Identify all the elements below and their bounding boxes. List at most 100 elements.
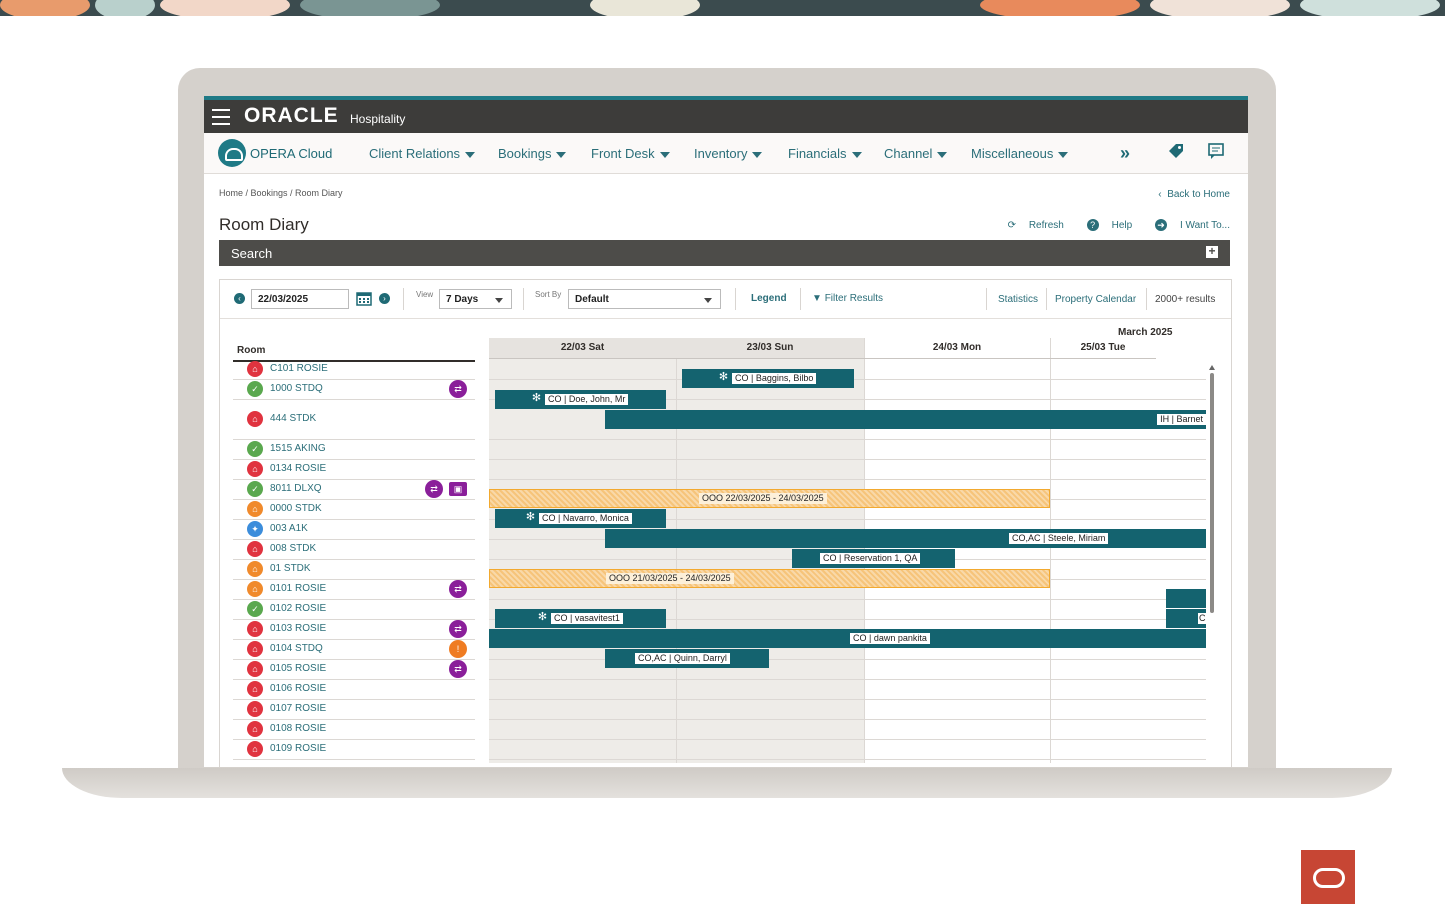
room-row[interactable]: ⌂ 0106 ROSIE xyxy=(233,679,475,700)
scrollbar-thumb[interactable] xyxy=(1210,373,1214,613)
nav-front-desk[interactable]: Front Desk xyxy=(591,146,670,161)
divider xyxy=(523,288,524,310)
booking-bar[interactable]: C xyxy=(1166,609,1207,628)
connecting-icon[interactable]: ⇄ xyxy=(425,480,443,498)
room-row[interactable]: ✓ 0102 ROSIE xyxy=(233,599,475,620)
room-row[interactable]: ⌂ 0107 ROSIE xyxy=(233,699,475,720)
room-row[interactable]: ⌂ 0104 STDQ! xyxy=(233,639,475,660)
room-name[interactable]: 0109 ROSIE xyxy=(270,743,326,754)
booking-bar[interactable]: CO,AC | Quinn, Darryl xyxy=(605,649,769,668)
nav-miscellaneous[interactable]: Miscellaneous xyxy=(971,146,1069,161)
oracle-logo: ORACLE xyxy=(244,104,339,127)
property-calendar-link[interactable]: Property Calendar xyxy=(1055,294,1136,305)
room-name[interactable]: 0106 ROSIE xyxy=(270,683,326,694)
out-of-order-bar[interactable]: OOO 22/03/2025 - 24/03/2025 xyxy=(489,489,1050,508)
nav-channel[interactable]: Channel xyxy=(884,146,948,161)
booking-bar[interactable]: CO,AC | Steele, Miriam xyxy=(605,529,1206,548)
nav-inventory[interactable]: Inventory xyxy=(694,146,763,161)
room-row[interactable]: ⌂ 444 STDK xyxy=(233,399,475,440)
booking-bar[interactable]: ✻ CO | Baggins, Bilbo xyxy=(682,369,854,388)
grid-row-line xyxy=(489,699,1206,700)
room-row[interactable]: ⌂ 0105 ROSIE ⇄ xyxy=(233,659,475,680)
room-name[interactable]: 008 STDK xyxy=(270,543,316,554)
back-to-home-link[interactable]: ‹ Back to Home xyxy=(1158,189,1230,200)
room-row[interactable]: ✦ 003 A1K xyxy=(233,519,475,540)
nav-client-relations[interactable]: Client Relations xyxy=(369,146,476,161)
view-select[interactable]: 7 Days xyxy=(439,289,512,309)
search-panel-header[interactable]: Search + xyxy=(219,240,1230,266)
filter-results-link[interactable]: ▼ Filter Results xyxy=(812,293,883,304)
room-name[interactable]: 0102 ROSIE xyxy=(270,603,326,614)
day-header: 24/03 Mon xyxy=(864,338,1050,359)
vertical-scrollbar[interactable] xyxy=(1208,365,1216,755)
connecting-icon[interactable]: ⇄ xyxy=(449,380,467,398)
room-name[interactable]: 0104 STDQ xyxy=(270,643,323,654)
calendar-icon[interactable] xyxy=(356,290,372,311)
component-icon[interactable]: ▣ xyxy=(449,482,467,496)
nav-bookings[interactable]: Bookings xyxy=(498,146,567,161)
room-name[interactable]: 0107 ROSIE xyxy=(270,703,326,714)
expand-plus-icon[interactable]: + xyxy=(1206,245,1218,258)
i-want-to-button[interactable]: ➜ I Want To... xyxy=(1145,219,1230,231)
booking-bar[interactable]: ✻ CO | Navarro, Monica xyxy=(495,509,666,528)
room-row[interactable]: ⌂ 0108 ROSIE xyxy=(233,719,475,740)
opera-cloud-logo-icon[interactable] xyxy=(218,139,246,167)
room-status-dirty-icon: ⌂ xyxy=(247,361,263,377)
connecting-icon[interactable]: ⇄ xyxy=(449,620,467,638)
room-name[interactable]: 1000 STDQ xyxy=(270,383,323,394)
sort-by-select[interactable]: Default xyxy=(568,289,721,309)
room-name[interactable]: 0000 STDK xyxy=(270,503,322,514)
room-name[interactable]: C101 ROSIE xyxy=(270,363,328,374)
out-of-order-bar[interactable]: OOO 21/03/2025 - 24/03/2025 xyxy=(489,569,1050,588)
room-row[interactable]: ⌂ 0109 ROSIE xyxy=(233,739,475,760)
room-row[interactable]: ⌂ C101 ROSIE xyxy=(233,359,475,380)
nav-financials[interactable]: Financials xyxy=(788,146,862,161)
view-label: View xyxy=(416,290,434,299)
next-date-icon[interactable]: › xyxy=(379,293,390,304)
room-name[interactable]: 0103 ROSIE xyxy=(270,623,326,634)
room-row[interactable]: ✓ 1515 AKING xyxy=(233,439,475,460)
room-name[interactable]: 8011 DLXQ xyxy=(270,483,322,494)
booking-bar[interactable]: IH | Barnet xyxy=(605,410,1206,429)
room-row[interactable]: ⌂ 008 STDK xyxy=(233,539,475,560)
help-button[interactable]: ? Help xyxy=(1077,219,1132,231)
room-row[interactable]: ⌂ 0000 STDK xyxy=(233,499,475,520)
connecting-icon[interactable]: ⇄ xyxy=(449,660,467,678)
room-name[interactable]: 0108 ROSIE xyxy=(270,723,326,734)
room-name[interactable]: 01 STDK xyxy=(270,563,311,574)
room-row[interactable]: ✓ 8011 DLXQ ⇄ ▣ xyxy=(233,479,475,500)
room-row[interactable]: ⌂ 0101 ROSIE ⇄ xyxy=(233,579,475,600)
room-name[interactable]: 0105 ROSIE xyxy=(270,663,326,674)
booking-bar[interactable]: ✻ CO | Doe, John, Mr xyxy=(495,390,666,409)
alert-icon[interactable]: ! xyxy=(449,640,467,658)
tag-icon[interactable] xyxy=(1165,142,1187,164)
legend-link[interactable]: Legend xyxy=(751,293,787,304)
booking-bar[interactable] xyxy=(1166,589,1206,608)
messages-icon[interactable] xyxy=(1205,142,1227,164)
booking-bar[interactable]: CO | Reservation 1, QA xyxy=(792,549,955,568)
room-name[interactable]: 0101 ROSIE xyxy=(270,583,326,594)
room-status-clean-icon: ✓ xyxy=(247,601,263,617)
room-name[interactable]: 444 STDK xyxy=(270,413,316,424)
product-name[interactable]: OPERA Cloud xyxy=(250,146,332,161)
room-row[interactable]: ⌂ 0103 ROSIE ⇄ xyxy=(233,619,475,640)
room-status-inspected-icon: ✦ xyxy=(247,521,263,537)
room-name[interactable]: 0134 ROSIE xyxy=(270,463,326,474)
booking-bar[interactable]: CO | dawn pankita xyxy=(489,629,1206,648)
breadcrumb[interactable]: Home / Bookings / Room Diary xyxy=(219,188,343,198)
date-input[interactable]: 22/03/2025 xyxy=(251,289,349,309)
room-name[interactable]: 1515 AKING xyxy=(270,443,326,454)
room-row[interactable]: ✓ 1000 STDQ ⇄ xyxy=(233,379,475,400)
room-row[interactable]: ⌂ 0134 ROSIE xyxy=(233,459,475,480)
room-row[interactable]: ⌂ 01 STDK xyxy=(233,559,475,580)
booking-bar[interactable]: ✻ CO | vasavitest1 xyxy=(495,609,666,628)
statistics-link[interactable]: Statistics xyxy=(998,294,1038,305)
room-name[interactable]: 003 A1K xyxy=(270,523,308,534)
scroll-up-icon[interactable] xyxy=(1209,365,1215,370)
previous-date-icon[interactable]: ‹ xyxy=(234,293,245,304)
connecting-icon[interactable]: ⇄ xyxy=(449,580,467,598)
double-chevron-right-icon[interactable]: » xyxy=(1114,142,1136,164)
top-bar: ORACLE Hospitality xyxy=(204,100,1248,133)
refresh-button[interactable]: ⟳ Refresh xyxy=(998,220,1064,231)
hamburger-menu-icon[interactable] xyxy=(212,109,230,125)
